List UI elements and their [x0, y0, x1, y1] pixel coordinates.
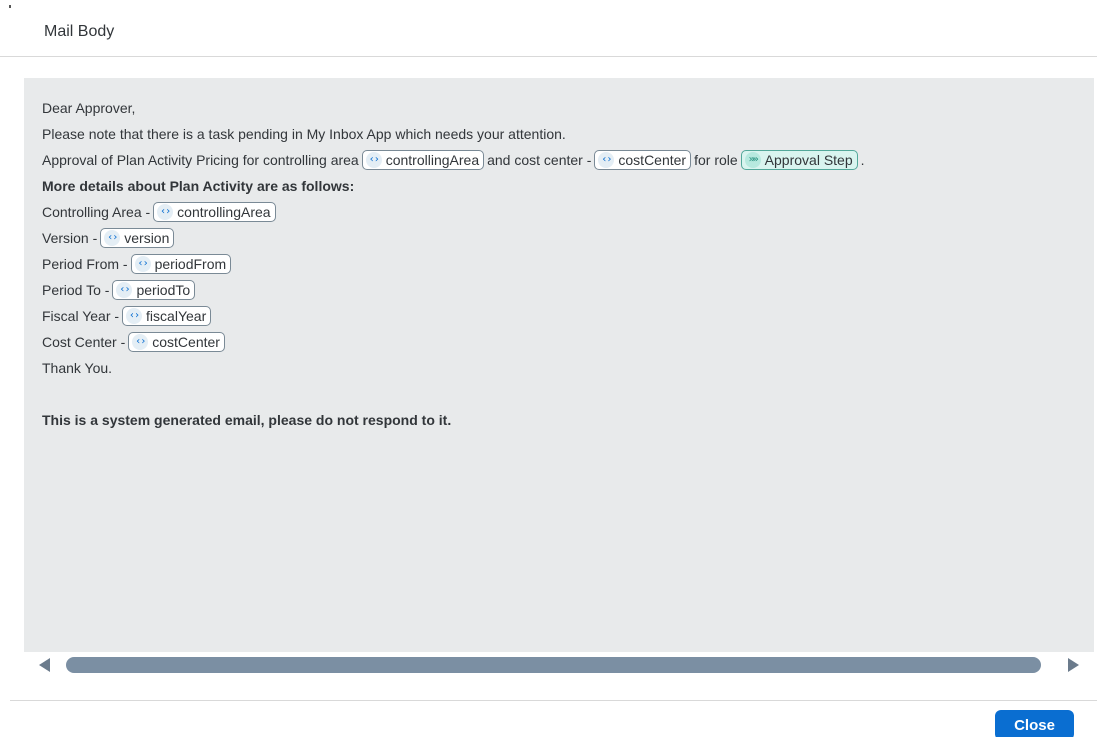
variable-token-label: costCenter — [618, 152, 687, 168]
field-label: Period To - — [42, 282, 110, 298]
variable-token-label: version — [124, 230, 170, 246]
thanks-line: Thank You. — [42, 360, 113, 376]
variable-token[interactable]: ‹› controllingArea — [153, 202, 276, 222]
variable-token-label: controllingArea — [385, 152, 480, 168]
variable-token[interactable]: ‹› version — [100, 228, 175, 248]
greeting-line: Dear Approver, — [42, 100, 136, 116]
field-label: Period From - — [42, 256, 128, 272]
details-heading: More details about Plan Activity are as … — [42, 178, 355, 194]
variable-token-label: fiscalYear — [146, 308, 207, 324]
field-line: Version - ‹› version — [42, 225, 865, 251]
variable-icon: ‹› — [134, 256, 151, 272]
field-label: Cost Center - — [42, 334, 126, 350]
variable-token-label: periodFrom — [154, 256, 227, 272]
field-line: Period From - ‹› periodFrom — [42, 251, 865, 277]
mail-content: Dear Approver, Please note that there is… — [42, 95, 865, 433]
mail-body-pane[interactable]: Dear Approver, Please note that there is… — [24, 78, 1094, 652]
variable-token[interactable]: ‹› costCenter — [594, 150, 692, 170]
field-line: Controlling Area - ‹› controllingArea — [42, 199, 865, 225]
footer-divider — [10, 700, 1097, 701]
variable-token-label: costCenter — [152, 334, 220, 350]
variable-token[interactable]: ‹› fiscalYear — [122, 306, 212, 326]
approval-text-end: . — [860, 152, 865, 168]
field-label: Fiscal Year - — [42, 308, 120, 324]
variable-token[interactable]: ‹› periodTo — [112, 280, 196, 300]
variable-icon: ‹› — [365, 152, 382, 168]
variable-icon: ‹› — [157, 204, 174, 220]
field-label: Controlling Area - — [42, 204, 151, 220]
variable-icon: ‹› — [104, 230, 121, 246]
scroll-left-icon[interactable] — [39, 658, 50, 672]
variable-token-label: periodTo — [136, 282, 191, 298]
approval-text: and cost center - — [487, 152, 592, 168]
variable-token[interactable]: ‹› costCenter — [128, 332, 225, 352]
role-icon: »» — [744, 152, 761, 168]
variable-token[interactable]: ‹› controllingArea — [361, 150, 485, 170]
scroll-right-icon[interactable] — [1068, 658, 1079, 672]
approval-text: for role — [694, 152, 738, 168]
field-line: Fiscal Year - ‹› fiscalYear — [42, 303, 865, 329]
role-token-label: Approval Step — [764, 152, 853, 168]
scroll-thumb[interactable] — [66, 657, 1041, 673]
mail-body-dialog: Mail Body Dear Approver, Please note tha… — [0, 0, 1097, 737]
close-button[interactable]: Close — [995, 710, 1074, 737]
field-line: Cost Center - ‹› costCenter — [42, 329, 865, 355]
approval-line: Approval of Plan Activity Pricing for co… — [42, 147, 865, 173]
variable-icon: ‹› — [126, 308, 143, 324]
variable-token[interactable]: ‹› periodFrom — [130, 254, 232, 274]
variable-icon: ‹› — [598, 152, 615, 168]
intro-line: Please note that there is a task pending… — [42, 126, 566, 142]
horizontal-scrollbar[interactable] — [24, 652, 1094, 678]
role-token[interactable]: »» Approval Step — [740, 150, 858, 170]
field-label: Version - — [42, 230, 98, 246]
field-line: Period To - ‹› periodTo — [42, 277, 865, 303]
dialog-header: Mail Body — [0, 0, 1097, 57]
dialog-title: Mail Body — [44, 23, 115, 40]
variable-token-label: controllingArea — [177, 204, 271, 220]
variable-icon: ‹› — [116, 282, 133, 298]
disclaimer-line: This is a system generated email, please… — [42, 412, 452, 428]
variable-icon: ‹› — [132, 334, 149, 350]
approval-text: Approval of Plan Activity Pricing for co… — [42, 152, 359, 168]
